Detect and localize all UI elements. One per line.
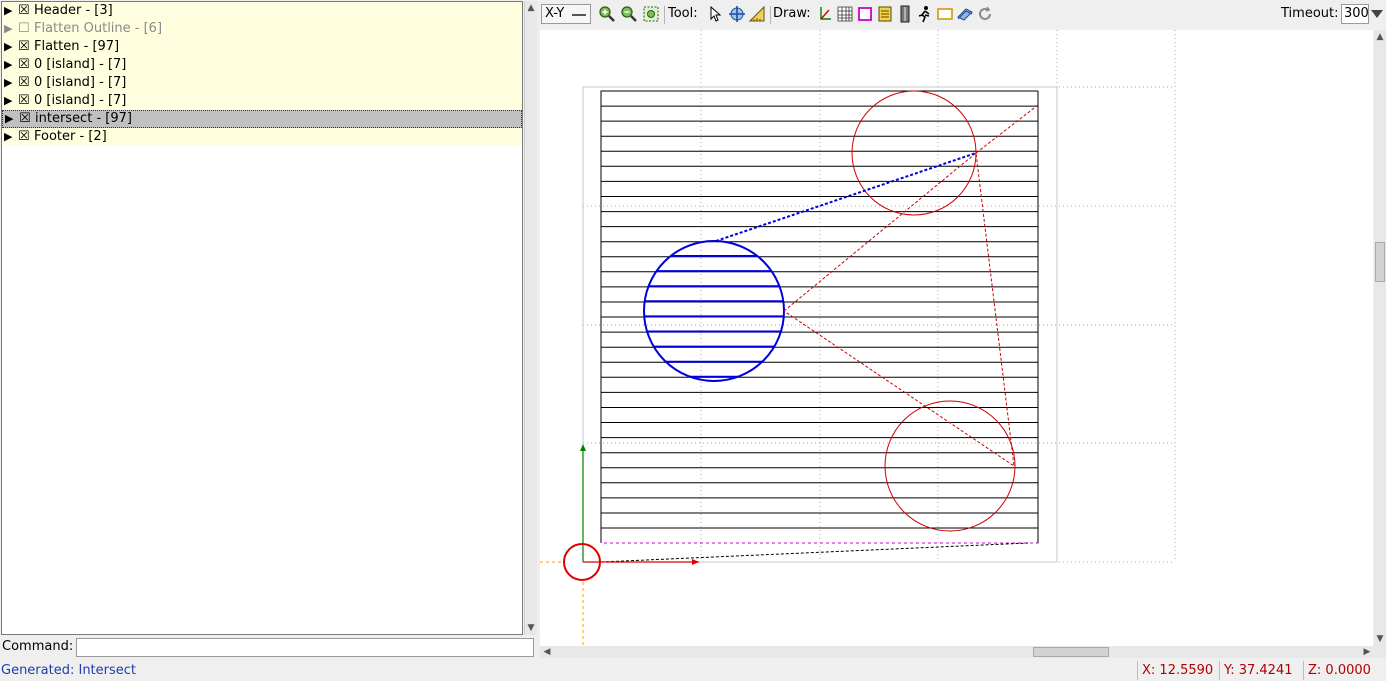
tree-item-label: intersect - [97]: [35, 111, 132, 126]
enable-checkbox[interactable]: ☒: [18, 92, 34, 110]
tree-item-label: 0 [island] - [7]: [34, 57, 127, 72]
x-coordinate: X: 12.5590: [1137, 661, 1219, 680]
enable-checkbox[interactable]: ☒: [19, 111, 35, 127]
tree-item[interactable]: ▶ ☒ intersect - [97]: [2, 110, 522, 128]
draw-axes-icon[interactable]: [816, 5, 834, 23]
command-bar: Command:: [0, 637, 538, 658]
status-message: Generated: Intersect: [1, 663, 137, 678]
timeout-label: Timeout:: [1281, 6, 1339, 21]
island-circle-bottom: [884, 400, 1016, 532]
timeout-input[interactable]: 300: [1341, 4, 1369, 24]
expand-arrow-icon[interactable]: ▶: [4, 56, 18, 74]
enable-checkbox[interactable]: ☒: [18, 56, 34, 74]
draw-refresh-icon[interactable]: [976, 5, 994, 23]
toolpath-canvas[interactable]: [540, 30, 1373, 646]
enable-checkbox[interactable]: ☒: [18, 2, 34, 20]
expand-arrow-icon[interactable]: ▶: [4, 20, 18, 38]
scroll-up-icon[interactable]: ▲: [526, 3, 536, 13]
tree-item[interactable]: ▶ ☒ 0 [island] - [7]: [2, 56, 522, 74]
toolbar-separator: [664, 6, 665, 24]
canvas-toolbar: X-Y Tool: Draw: Timeout: 300: [540, 2, 1386, 28]
scroll-down-icon[interactable]: ▼: [526, 623, 536, 633]
draw-rapid-icon[interactable]: [916, 5, 934, 23]
canvas-vscroll-thumb[interactable]: [1375, 242, 1385, 282]
command-input[interactable]: [76, 638, 534, 657]
enable-checkbox[interactable]: ☒: [18, 128, 34, 146]
scroll-down-icon[interactable]: ▼: [1375, 634, 1385, 644]
status-bar: Generated: Intersect X: 12.5590 Y: 37.42…: [0, 660, 1386, 681]
axes: [540, 444, 699, 646]
tree-item[interactable]: ▶ ☒ Footer - [2]: [2, 128, 522, 146]
tree-item-label: 0 [island] - [7]: [34, 75, 127, 90]
select-cursor-icon[interactable]: [706, 5, 724, 23]
view-plane-value: X-Y: [545, 6, 565, 21]
command-label: Command:: [2, 639, 74, 654]
tree-vertical-scrollbar[interactable]: ▲ ▼: [524, 1, 537, 635]
draw-workarea-icon[interactable]: [896, 5, 914, 23]
canvas-horizontal-scrollbar[interactable]: ◀ ▶: [540, 646, 1386, 658]
grid: [583, 30, 1176, 563]
scroll-up-icon[interactable]: ▲: [1375, 32, 1385, 42]
move-origin-icon[interactable]: [728, 5, 746, 23]
view-plane-select[interactable]: X-Y: [541, 4, 591, 24]
enable-checkbox[interactable]: ☒: [18, 74, 34, 92]
timeout-dropdown-icon[interactable]: [1371, 10, 1383, 18]
draw-grid-icon[interactable]: [836, 5, 854, 23]
tree-item-label: Footer - [2]: [34, 129, 107, 144]
expand-arrow-icon[interactable]: ▶: [5, 111, 19, 127]
tree-item-label: Flatten Outline - [6]: [34, 21, 163, 36]
enable-checkbox[interactable]: ☒: [18, 38, 34, 56]
zoom-out-icon[interactable]: [620, 5, 638, 23]
tree-item[interactable]: ▶ ☒ Flatten - [97]: [2, 38, 522, 56]
tree-item[interactable]: ▶ ☒ Header - [3]: [2, 2, 522, 20]
ruler-icon[interactable]: [748, 5, 766, 23]
expand-arrow-icon[interactable]: ▶: [4, 74, 18, 92]
expand-arrow-icon[interactable]: ▶: [4, 2, 18, 20]
tree-item[interactable]: ▶ ☐ Flatten Outline - [6]: [2, 20, 522, 38]
draw-paths-icon[interactable]: [956, 5, 974, 23]
dropdown-dash-icon: [572, 14, 586, 16]
y-coordinate: Y: 37.4241: [1219, 661, 1303, 680]
intersect-island-active: [643, 240, 785, 382]
expand-arrow-icon[interactable]: ▶: [4, 128, 18, 146]
scroll-right-icon[interactable]: ▶: [1362, 647, 1372, 657]
tree-list: ▶ ☒ Header - [3] ▶ ☐ Flatten Outline - [6] ▶ ☒ F…: [2, 2, 522, 146]
zoom-fit-icon[interactable]: [642, 5, 660, 23]
canvas-vertical-scrollbar[interactable]: ▲ ▼: [1374, 30, 1386, 646]
tree-item-label: Header - [3]: [34, 3, 113, 18]
draw-camera-icon[interactable]: [936, 5, 954, 23]
zoom-in-icon[interactable]: [598, 5, 616, 23]
scroll-left-icon[interactable]: ◀: [542, 647, 552, 657]
tree-item-label: Flatten - [97]: [34, 39, 120, 54]
toolpath-drawing: [540, 30, 1176, 646]
canvas-hscroll-thumb[interactable]: [1033, 647, 1109, 657]
draw-margins-icon[interactable]: [856, 5, 874, 23]
tree-item[interactable]: ▶ ☒ 0 [island] - [7]: [2, 92, 522, 110]
tool-label: Tool:: [668, 6, 698, 21]
expand-arrow-icon[interactable]: ▶: [4, 92, 18, 110]
tree-item[interactable]: ▶ ☒ 0 [island] - [7]: [2, 74, 522, 92]
enable-checkbox[interactable]: ☐: [18, 20, 34, 38]
draw-probe-icon[interactable]: [876, 5, 894, 23]
draw-label: Draw:: [773, 6, 811, 21]
z-coordinate: Z: 0.0000: [1303, 661, 1386, 680]
gcode-tree-panel[interactable]: ▶ ☒ Header - [3] ▶ ☐ Flatten Outline - [6] ▶ ☒ F…: [1, 1, 523, 635]
toolbar-separator: [770, 6, 771, 24]
tree-item-label: 0 [island] - [7]: [34, 93, 127, 108]
expand-arrow-icon[interactable]: ▶: [4, 38, 18, 56]
